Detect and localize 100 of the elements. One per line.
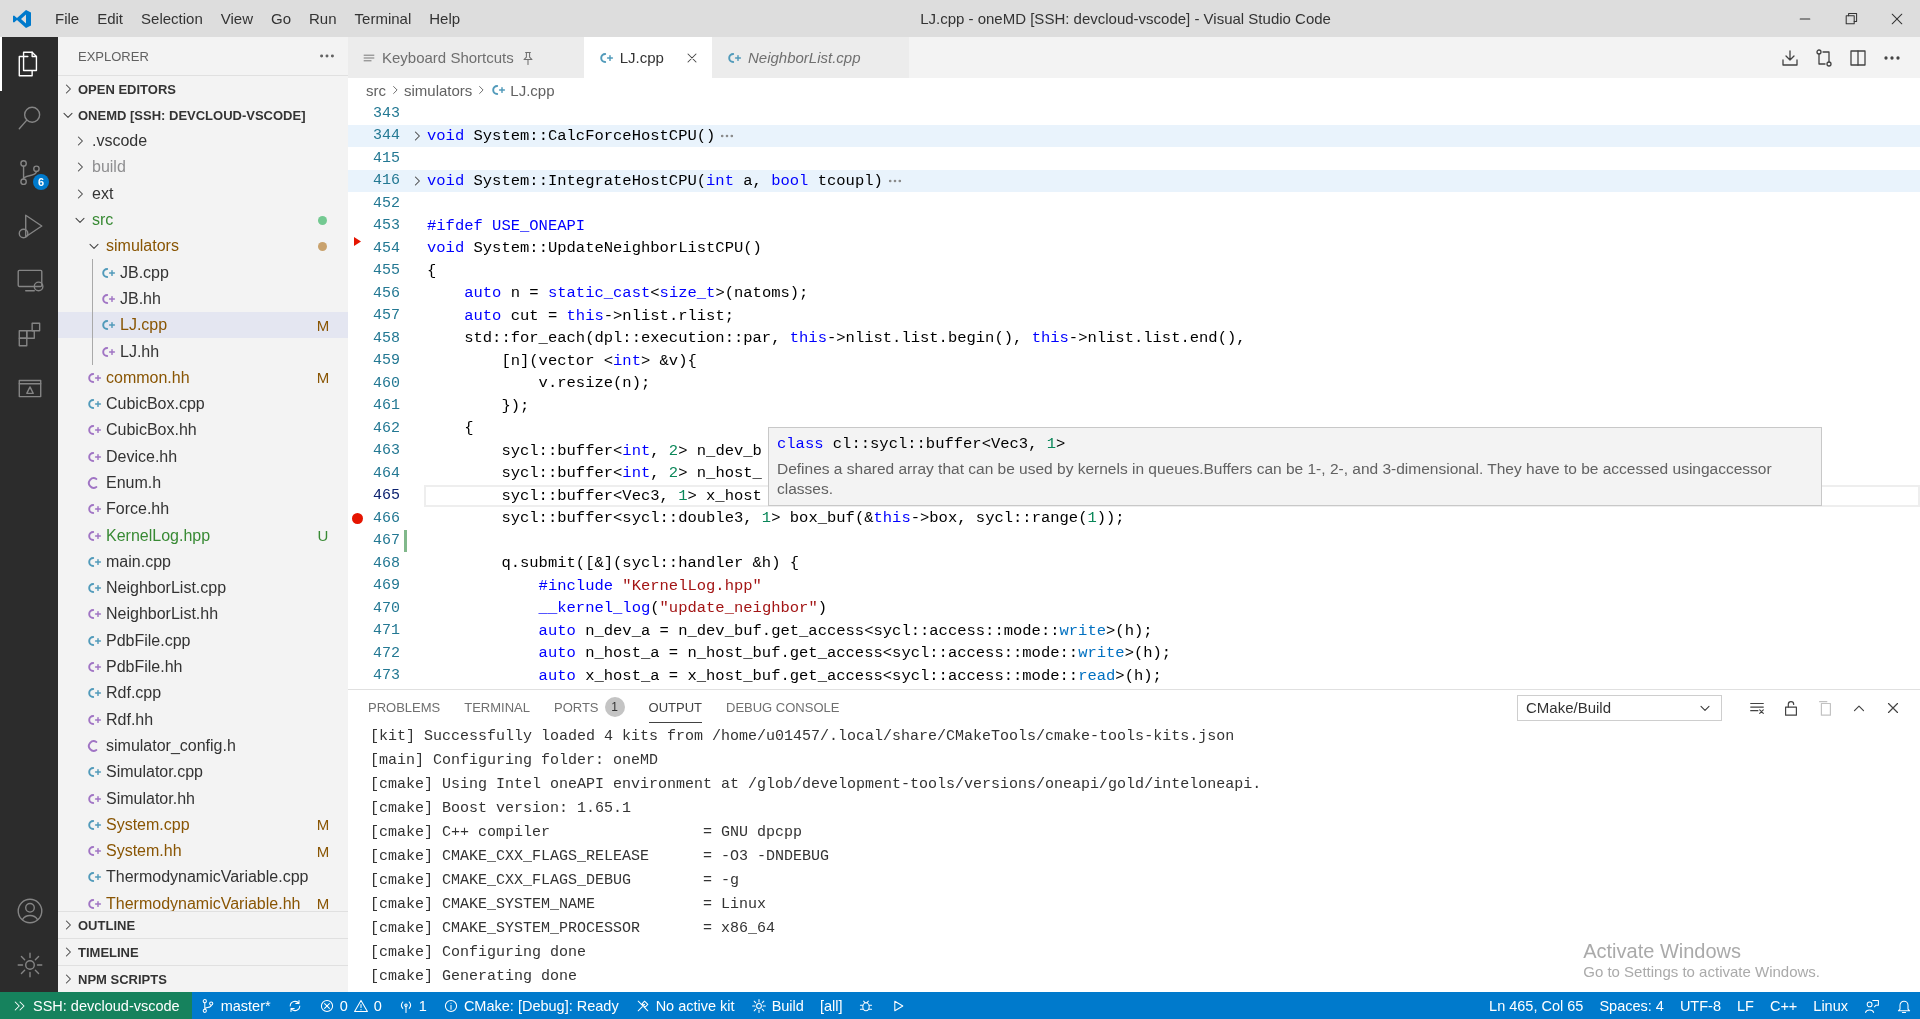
menu-item[interactable]: Terminal — [345, 7, 421, 30]
status-item[interactable]: Ln 465, Col 65 — [1481, 992, 1592, 1019]
status-item[interactable]: LF — [1729, 992, 1762, 1019]
section-header[interactable]: TIMELINE — [58, 938, 348, 965]
breakpoint-dot[interactable] — [351, 512, 363, 524]
file-tree-item[interactable]: common.hh M — [58, 364, 348, 391]
menu-item[interactable]: Run — [300, 7, 346, 30]
status-item[interactable]: [all] — [811, 992, 851, 1019]
tools-status[interactable]: No active kit — [626, 992, 743, 1019]
editor-tab[interactable]: Keyboard Shortcuts — [348, 37, 584, 78]
line-number: 467 — [372, 532, 400, 550]
file-tree-item[interactable]: CubicBox.cpp — [58, 390, 348, 418]
menu-item[interactable]: File — [46, 7, 89, 30]
panel-tab[interactable]: PORTS 1 — [554, 690, 625, 725]
menu-item[interactable]: Help — [420, 7, 470, 30]
menu-item[interactable]: Selection — [132, 7, 212, 30]
output-line: [cmake] CMAKE_SYSTEM_PROCESSOR = x86_64 — [370, 919, 776, 939]
line-number: 452 — [372, 194, 400, 212]
file-tree-item[interactable]: KernelLog.hpp U — [58, 522, 348, 549]
gear-status[interactable]: Build — [742, 992, 812, 1019]
info-status[interactable]: CMake: [Debug]: Ready — [434, 992, 627, 1019]
compare-icon[interactable] — [1814, 47, 1834, 68]
line-number: 455 — [372, 262, 400, 280]
cpp-file-icon — [490, 82, 507, 98]
line-number: 472 — [372, 644, 400, 662]
file-tree-item[interactable]: System.cpp M — [58, 811, 348, 838]
code-line: void System::CalcForceHostCPU() — [427, 126, 716, 145]
status-item[interactable]: UTF-8 — [1671, 992, 1729, 1019]
panel-tab[interactable]: OUTPUT — [648, 692, 702, 723]
breadcrumb[interactable]: simulators — [404, 81, 473, 99]
activity-bar-item[interactable]: 6 — [0, 145, 58, 199]
file-tree-item[interactable]: NeighborList.cpp — [58, 575, 348, 602]
file-tree-item[interactable]: PdbFile.hh — [58, 653, 348, 681]
line-number: 466 — [372, 509, 400, 527]
section-header[interactable]: OUTLINE — [58, 911, 348, 938]
file-tree-item[interactable]: JB.cpp — [58, 259, 348, 286]
warning-icon — [352, 997, 369, 1014]
antenna-status[interactable]: 1 — [389, 992, 435, 1019]
file-tree-item[interactable]: Rdf.cpp — [58, 680, 348, 707]
file-tree-item[interactable]: ThermodynamicVariable.cpp — [58, 864, 348, 891]
file-tree-item[interactable]: PdbFile.cpp — [58, 627, 348, 654]
problems-status[interactable]: 0 0 — [310, 992, 390, 1019]
code-line: auto n_dev_a = n_dev_buf.get_access<sycl::access::mode::write>(h); — [537, 621, 1153, 640]
editor-tab[interactable]: LJ.cpp — [583, 37, 712, 78]
branch-status[interactable]: master* — [191, 992, 279, 1019]
added-line-marker[interactable] — [404, 529, 407, 552]
status-item[interactable]: Spaces: 4 — [1591, 992, 1672, 1019]
file-tree-item[interactable]: Enum.h — [58, 469, 348, 497]
file-tree-item[interactable]: CubicBox.hh — [58, 417, 348, 444]
error-icon — [318, 997, 335, 1014]
output-channel-dropdown[interactable]: CMake/Build — [1517, 694, 1722, 721]
breadcrumb[interactable]: LJ.cpp — [490, 81, 555, 99]
line-number: 463 — [372, 442, 400, 460]
section-header[interactable]: ONEMD [SSH: DEVCLOUD-VSCODE] — [58, 102, 348, 128]
file-tree-item[interactable]: Device.hh — [58, 443, 348, 470]
file-tree-item[interactable]: System.hh M — [58, 838, 348, 865]
panel-tab[interactable]: PROBLEMS — [368, 692, 441, 723]
file-tree-item[interactable]: main.cpp — [58, 548, 348, 576]
restore-icon[interactable] — [1843, 10, 1859, 27]
file-tree-item[interactable]: src — [58, 206, 348, 234]
status-item[interactable]: Linux — [1805, 992, 1856, 1019]
status-item[interactable]: C++ — [1761, 992, 1806, 1019]
settings-icon — [15, 950, 45, 980]
line-number: 469 — [372, 577, 400, 595]
menu-item[interactable]: Edit — [88, 7, 133, 30]
output-line: [cmake] Generating done — [370, 967, 578, 987]
code-line: void System::UpdateNeighborListCPU() — [427, 239, 762, 258]
file-tree-item[interactable]: LJ.cpp M — [58, 312, 348, 339]
file-tree-item[interactable]: NeighborList.hh — [58, 601, 348, 628]
menu-item[interactable]: View — [211, 7, 262, 30]
remote-indicator[interactable]: SSH: devcloud-vscode — [0, 992, 192, 1019]
file-tree-item[interactable]: ext — [58, 180, 348, 207]
lock-icon[interactable] — [1782, 698, 1800, 717]
file-tree-item[interactable]: LJ.hh — [58, 338, 348, 365]
file-tree-item[interactable]: simulator_config.h — [58, 732, 348, 760]
output-line: [cmake] Using Intel oneAPI environment at /glob/development-tools/versions/oneapi/gold/inteloneapi. — [370, 775, 1262, 795]
file-tree-item[interactable]: Rdf.hh — [58, 706, 348, 733]
panel-tab[interactable]: TERMINAL — [464, 692, 530, 723]
type-signature: class cl::sycl::buffer<Vec3, 1> — [777, 435, 1066, 455]
file-tree-item[interactable]: .vscode — [58, 128, 348, 155]
person-speech-icon[interactable] — [1864, 997, 1880, 1014]
file-tree-item[interactable]: Simulator.hh — [58, 785, 348, 812]
split-editor-icon[interactable] — [1848, 47, 1868, 68]
file-tree-item[interactable]: Force.hh — [58, 496, 348, 523]
code-line: sycl::buffer<Vec3, 1> x_host — [500, 486, 762, 505]
line-number: 464 — [372, 464, 400, 482]
deleted-lines-marker[interactable] — [353, 236, 361, 246]
file-tree-item[interactable]: Simulator.cpp — [58, 759, 348, 786]
output-line: [cmake] CMAKE_SYSTEM_NAME = Linux — [370, 895, 767, 915]
output-line: [cmake] CMAKE_CXX_FLAGS_RELEASE = -O3 -DNDEBUG — [370, 847, 830, 867]
editor-tab[interactable]: NeighborList.cpp — [711, 37, 909, 78]
panel-tab[interactable]: DEBUG CONSOLE — [726, 692, 840, 723]
file-tree-item[interactable]: simulators — [58, 233, 348, 260]
section-header[interactable]: OPEN EDITORS — [58, 75, 348, 102]
file-tree-item[interactable]: JB.hh — [58, 285, 348, 313]
breadcrumb[interactable]: src — [366, 81, 386, 99]
menu-item[interactable]: Go — [262, 7, 300, 30]
code-line: { — [427, 261, 437, 280]
line-number: 468 — [372, 554, 400, 572]
tooltip-description: Defines a shared array that can be used by kernels in queues.Buffers can be 1-, 2-, and 3-dimensional. They have to be accessed usingaccessor classes. — [777, 459, 1773, 499]
